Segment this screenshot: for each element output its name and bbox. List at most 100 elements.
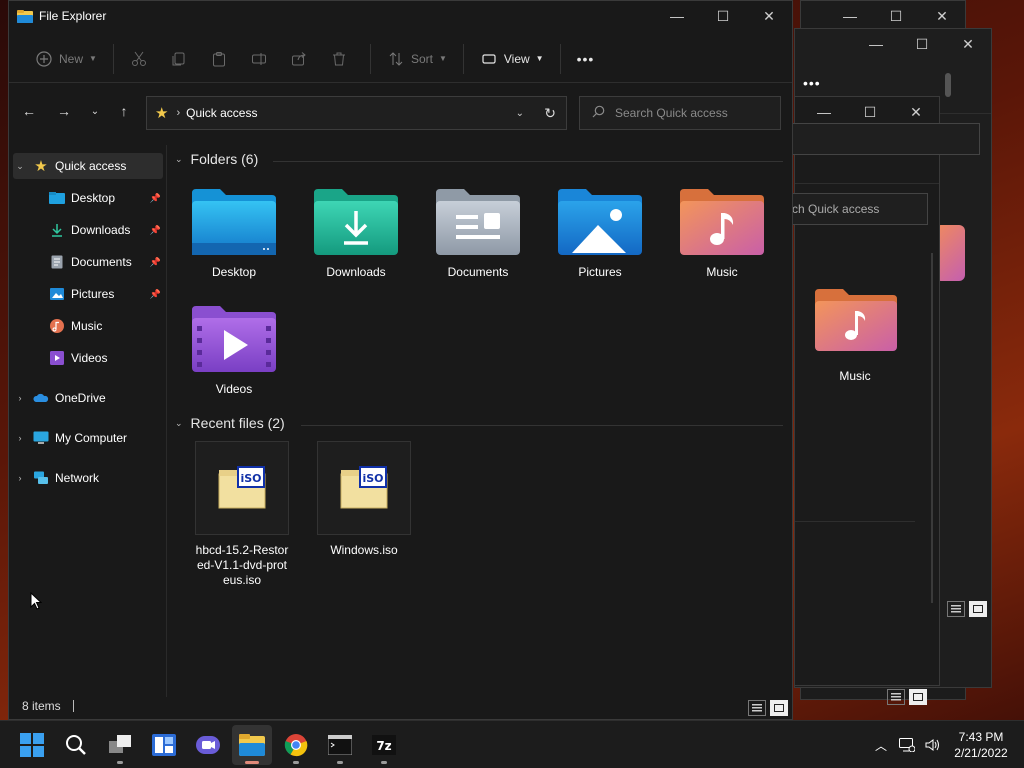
back-arrow-icon[interactable]: ← xyxy=(17,99,41,123)
search-partial[interactable]: ch Quick access xyxy=(785,193,928,225)
folders-section-header[interactable]: ⌄ Folders (6) xyxy=(175,151,258,167)
close-icon[interactable]: ✕ xyxy=(945,29,991,59)
close-icon[interactable]: ✕ xyxy=(746,1,792,31)
folder-tile-documents[interactable]: Documents xyxy=(423,187,533,299)
folder-label: Videos xyxy=(215,382,253,396)
navigation-row: ← → ⌄ ↑ ★ › Quick access ⌄ ↻ Search Quic… xyxy=(9,93,792,131)
address-bar[interactable]: ★ › Quick access ⌄ ↻ xyxy=(146,96,567,130)
chevron-up-icon[interactable]: ︿ xyxy=(868,737,894,754)
scrollbar-thumb[interactable] xyxy=(945,73,951,97)
search-button[interactable] xyxy=(56,725,96,765)
scissors-icon xyxy=(130,50,148,68)
chrome-taskbar-button[interactable] xyxy=(276,725,316,765)
clock[interactable]: 7:43 PM 2/21/2022 xyxy=(946,729,1016,761)
sidebar-item-network[interactable]: › Network xyxy=(13,465,163,491)
forward-arrow-icon[interactable]: → xyxy=(52,99,76,123)
7zip-taskbar-button[interactable]: 7z xyxy=(364,725,404,765)
chevron-right-icon[interactable]: › xyxy=(13,473,27,483)
recent-files-section-header[interactable]: ⌄ Recent files (2) xyxy=(175,415,285,431)
start-button[interactable] xyxy=(12,725,52,765)
maximize-icon[interactable]: ☐ xyxy=(899,29,945,59)
maximize-icon[interactable]: ☐ xyxy=(700,1,746,31)
details-view-icon[interactable] xyxy=(748,700,766,716)
recent-locations-chevron-icon[interactable]: ⌄ xyxy=(83,99,107,123)
navigation-pane: ⌄ ★ Quick access Desktop 📌 Downloads 📌 D… xyxy=(9,145,167,697)
search-input[interactable]: Search Quick access xyxy=(579,96,781,130)
svg-text:7z: 7z xyxy=(376,739,391,753)
pin-icon: 📌 xyxy=(149,256,161,267)
section-title: Folders (6) xyxy=(190,151,259,167)
sidebar-item-music[interactable]: Music xyxy=(13,313,163,339)
share-button[interactable] xyxy=(282,43,322,75)
title-bar[interactable]: File Explorer — ☐ ✕ xyxy=(9,1,792,31)
scrollbar[interactable] xyxy=(931,253,933,603)
details-view-icon[interactable] xyxy=(887,689,905,705)
view-button[interactable]: View ▼ xyxy=(472,43,552,75)
details-view-icon[interactable] xyxy=(947,601,965,617)
address-bar-partial[interactable] xyxy=(785,123,980,155)
task-view-button[interactable] xyxy=(100,725,140,765)
iso-file-thumbnail: iSO xyxy=(317,441,411,535)
sidebar-item-onedrive[interactable]: › OneDrive xyxy=(13,385,163,411)
sidebar-item-my-computer[interactable]: › My Computer xyxy=(13,425,163,451)
more-options-icon[interactable]: ••• xyxy=(803,75,821,91)
folder-tile-desktop[interactable]: Desktop xyxy=(179,187,289,299)
breadcrumb-quick-access[interactable]: Quick access xyxy=(186,106,257,120)
sidebar-item-documents[interactable]: Documents 📌 xyxy=(13,249,163,275)
file-list-view: ⌄ Folders (6) Desktop Downloads Document… xyxy=(169,145,789,697)
sidebar-item-quick-access[interactable]: ⌄ ★ Quick access xyxy=(13,153,163,179)
volume-icon[interactable] xyxy=(920,738,946,752)
copy-button[interactable] xyxy=(162,43,202,75)
view-icon xyxy=(480,50,498,68)
minimize-icon[interactable]: — xyxy=(853,29,899,59)
folder-tile-downloads[interactable]: Downloads xyxy=(301,187,411,299)
chevron-right-icon[interactable]: › xyxy=(13,433,27,443)
folder-tile-videos[interactable]: Videos xyxy=(179,304,289,416)
up-arrow-icon[interactable]: ↑ xyxy=(112,99,136,123)
sidebar-item-downloads[interactable]: Downloads 📌 xyxy=(13,217,163,243)
status-separator xyxy=(72,700,74,712)
background-window-1[interactable]: — ☐ ✕ ch Quick access Music xyxy=(785,96,980,705)
sidebar-item-desktop[interactable]: Desktop 📌 xyxy=(13,185,163,211)
plus-circle-icon xyxy=(35,50,53,68)
teams-chat-icon xyxy=(196,736,220,754)
address-history-chevron-icon[interactable]: ⌄ xyxy=(516,108,524,119)
file-explorer-taskbar-button[interactable] xyxy=(232,725,272,765)
large-icons-view-icon[interactable] xyxy=(770,700,788,716)
paste-button[interactable] xyxy=(202,43,242,75)
delete-button[interactable] xyxy=(322,43,362,75)
sidebar-item-videos[interactable]: Videos xyxy=(13,345,163,371)
chrome-icon xyxy=(284,734,308,757)
taskbar: 7z ︿ 7:43 PM 2/21/2022 xyxy=(0,720,1024,768)
view-toggles[interactable] xyxy=(748,700,788,716)
more-options-button[interactable]: ••• xyxy=(569,43,603,75)
chevron-right-icon[interactable]: › xyxy=(13,393,27,403)
recent-file-hbcd-iso[interactable]: iSO hbcd-15.2-Restor ed-V1.1-dvd-prot eu… xyxy=(195,441,289,588)
new-button[interactable]: New ▼ xyxy=(27,43,105,75)
cut-button[interactable] xyxy=(122,43,162,75)
folder-tile-music[interactable]: Music xyxy=(667,187,777,299)
minimize-icon[interactable]: — xyxy=(827,1,873,31)
search-placeholder: Search Quick access xyxy=(615,106,728,120)
sidebar-item-pictures[interactable]: Pictures 📌 xyxy=(13,281,163,307)
refresh-icon[interactable]: ↻ xyxy=(544,105,556,122)
rename-button[interactable] xyxy=(242,43,282,75)
chevron-down-icon[interactable]: ⌄ xyxy=(13,161,27,172)
large-icons-view-icon[interactable] xyxy=(969,601,987,617)
terminal-icon xyxy=(328,735,352,755)
chat-button[interactable] xyxy=(188,725,228,765)
file-explorer-window[interactable]: File Explorer — ☐ ✕ New ▼ Sort ▼ View ▼ … xyxy=(8,0,793,720)
close-icon[interactable]: ✕ xyxy=(919,1,965,31)
terminal-taskbar-button[interactable] xyxy=(320,725,360,765)
view-toggles[interactable] xyxy=(947,601,987,617)
large-icons-view-icon[interactable] xyxy=(909,689,927,705)
minimize-icon[interactable]: — xyxy=(654,1,700,31)
view-toggles[interactable] xyxy=(887,689,927,705)
network-status-icon[interactable] xyxy=(894,738,920,752)
folder-tile-pictures[interactable]: Pictures xyxy=(545,187,655,299)
recent-file-windows-iso[interactable]: iSO Windows.iso xyxy=(317,441,411,558)
music-folder-icon[interactable] xyxy=(813,287,899,356)
maximize-icon[interactable]: ☐ xyxy=(873,1,919,31)
sort-button[interactable]: Sort ▼ xyxy=(379,43,455,75)
widgets-button[interactable] xyxy=(144,725,184,765)
